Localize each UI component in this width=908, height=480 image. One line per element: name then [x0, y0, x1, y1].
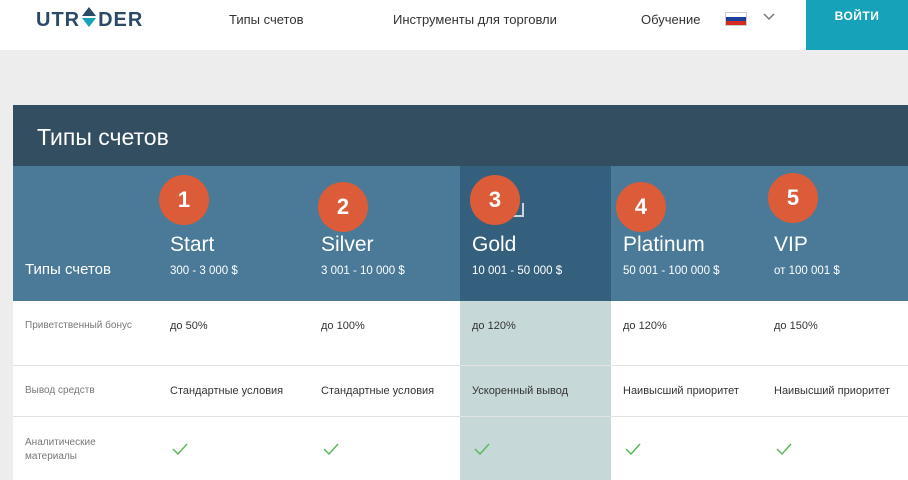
logo-text-left: UTR [36, 8, 81, 31]
russian-flag-icon[interactable] [725, 12, 747, 26]
table-cell: до 100% [321, 320, 365, 332]
plan-name-start[interactable]: Start [170, 233, 214, 257]
row-divider [13, 365, 908, 366]
table-cell: Стандартные условия [321, 385, 435, 397]
table-cell: Стандартные условия [170, 385, 284, 397]
plan-badge-3: 3 [470, 175, 520, 225]
plan-badge-5: 5 [768, 173, 818, 223]
plan-badge-4: 4 [616, 182, 666, 232]
plan-name-silver[interactable]: Silver [321, 233, 374, 257]
check-icon [323, 442, 339, 456]
logo-text-right: DER [98, 8, 144, 31]
table-cell: до 120% [472, 320, 516, 332]
section-title: Типы счетов [37, 124, 169, 150]
plan-name-vip[interactable]: VIP [774, 233, 808, 257]
top-header: UTR DER Типы счетов Инструменты для торг… [0, 0, 908, 50]
plan-name-platinum[interactable]: Platinum [623, 233, 705, 257]
check-icon [625, 442, 641, 456]
table-cell: до 50% [170, 320, 208, 332]
plan-range-start: 300 - 3 000 $ [170, 265, 238, 277]
nav-trading-instruments[interactable]: Инструменты для торговли [393, 12, 557, 27]
table-cell: Наивысший приоритет [623, 385, 739, 397]
nav-education[interactable]: Обучение [641, 12, 700, 27]
nav-account-types[interactable]: Типы счетов [229, 12, 304, 27]
login-button[interactable]: ВОЙТИ [806, 0, 908, 50]
table-cell: Наивысший приоритет [774, 385, 890, 397]
row-label-withdrawal: Вывод средств [25, 385, 95, 396]
plan-name-gold[interactable]: Gold [472, 233, 516, 257]
plan-range-vip: от 100 001 $ [774, 265, 840, 277]
table-cell: до 150% [774, 320, 818, 332]
table-cell: Ускоренный вывод [472, 385, 569, 397]
check-icon [776, 442, 792, 456]
plan-range-silver: 3 001 - 10 000 $ [321, 265, 405, 277]
plan-range-platinum: 50 001 - 100 000 $ [623, 265, 720, 277]
check-icon [474, 442, 490, 456]
row-label-welcome-bonus: Приветственный бонус [25, 320, 132, 331]
section-header: Типы счетов [13, 105, 908, 166]
plan-badge-2: 2 [318, 182, 368, 232]
plans-row-label: Типы счетов [25, 261, 111, 278]
spacer-band [0, 50, 908, 105]
row-label-analytics: Аналитические материалы [25, 437, 96, 462]
arrow-diamond-icon [81, 6, 97, 34]
chevron-down-icon[interactable] [762, 10, 776, 24]
plan-range-gold: 10 001 - 50 000 $ [472, 265, 563, 277]
check-icon [172, 442, 188, 456]
plan-badge-1: 1 [159, 175, 209, 225]
logo[interactable]: UTR DER [36, 6, 144, 34]
row-divider [13, 416, 908, 417]
table-cell: до 120% [623, 320, 667, 332]
